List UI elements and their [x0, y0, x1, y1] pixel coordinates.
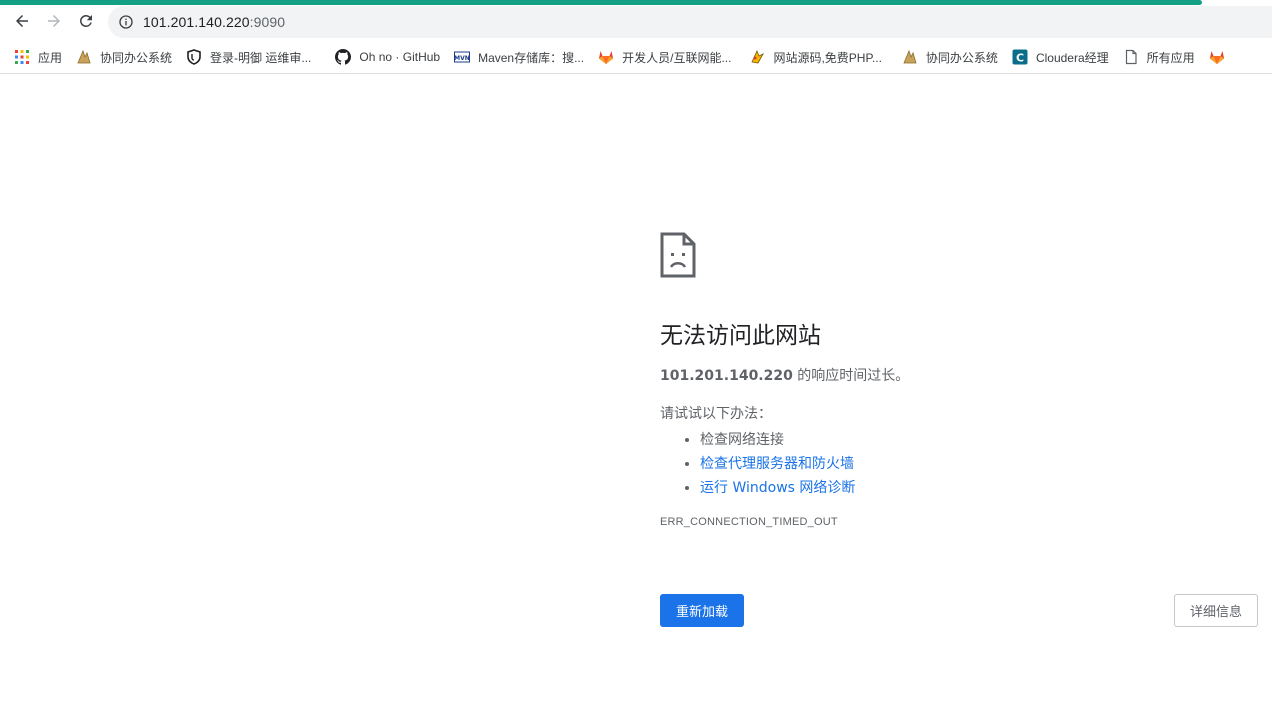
reload-page-button[interactable]	[72, 7, 100, 35]
page-icon	[1123, 49, 1139, 65]
forward-button[interactable]	[40, 7, 68, 35]
browser-toolbar: 101.201.140.220:9090	[0, 5, 1272, 41]
apps-grid-icon	[14, 49, 30, 65]
bookmark-label: 开发人员/互联网能...	[622, 50, 732, 65]
bookmark-site-source[interactable]: 网站源码,免费PHP...	[743, 43, 889, 71]
suggestions-list: 检查网络连接 检查代理服务器和防火墙 运行 Windows 网络诊断	[660, 428, 1260, 500]
bookmark-audit-login[interactable]: 登录-明御 运维审...	[180, 43, 319, 71]
bookmark-label: 协同办公系统	[925, 50, 998, 65]
bookmark-gitlab-dev[interactable]: 开发人员/互联网能...	[592, 43, 739, 71]
error-content: 无法访问此网站 101.201.140.220 的响应时间过长。 请试试以下办法…	[660, 232, 1260, 528]
svg-text:MVN: MVN	[454, 55, 470, 62]
site-logo-icon	[749, 49, 765, 65]
bookmark-label: Oh no · GitHub	[359, 50, 441, 64]
suggestion-check-proxy-link[interactable]: 检查代理服务器和防火墙	[700, 456, 854, 472]
bookmark-oa-system[interactable]: 协同办公系统	[70, 43, 180, 71]
bookmark-cloudera[interactable]: C Cloudera经理	[1006, 43, 1117, 71]
oa-logo-icon	[76, 49, 92, 65]
error-host: 101.201.140.220	[660, 368, 793, 384]
error-description: 101.201.140.220 的响应时间过长。	[660, 366, 1260, 386]
bookmark-all-apps[interactable]: 所有应用	[1117, 43, 1203, 71]
bookmark-oa-system-2[interactable]: 协同办公系统	[896, 43, 1006, 71]
github-icon	[335, 49, 352, 65]
bookmark-label: 所有应用	[1146, 50, 1195, 65]
error-description-text: 的响应时间过长。	[792, 368, 910, 384]
site-info-icon[interactable]	[118, 14, 134, 30]
gitlab-icon	[1209, 49, 1225, 65]
bookmark-label: 协同办公系统	[100, 50, 173, 65]
error-title: 无法访问此网站	[660, 323, 821, 349]
bookmark-maven[interactable]: MVN Maven存储库：搜...	[448, 43, 592, 71]
details-button[interactable]: 详细信息	[1174, 594, 1258, 627]
back-button[interactable]	[8, 7, 36, 35]
bookmark-label: Maven存储库：搜...	[478, 50, 585, 65]
url-port: :9090	[249, 14, 286, 30]
address-bar[interactable]: 101.201.140.220:9090	[108, 6, 1272, 38]
shield-icon	[186, 49, 202, 65]
bookmark-label: 网站源码,免费PHP...	[773, 50, 882, 65]
suggestions-heading: 请试试以下办法：	[660, 406, 772, 422]
bookmark-label: 登录-明御 运维审...	[210, 50, 312, 65]
bookmark-label: Cloudera经理	[1035, 50, 1109, 65]
suggestion-check-network: 检查网络连接	[700, 428, 1260, 452]
suggestion-item-diagnostics: 运行 Windows 网络诊断	[700, 476, 1260, 500]
reload-button[interactable]: 重新加载	[660, 594, 744, 627]
arrow-left-icon	[16, 15, 28, 27]
arrow-right-icon	[48, 15, 60, 27]
error-code: ERR_CONNECTION_TIMED_OUT	[660, 516, 838, 528]
gitlab-icon	[598, 49, 614, 65]
bookmark-github[interactable]: Oh no · GitHub	[329, 43, 448, 71]
bookmarks-bar: 应用 协同办公系统 登录-明御 运维审... Oh no · GitHub MV…	[0, 41, 1272, 74]
bookmark-gitlab-2[interactable]	[1203, 43, 1241, 71]
suggestion-windows-diagnostics-link[interactable]: 运行 Windows 网络诊断	[700, 480, 855, 496]
bookmark-apps[interactable]: 应用	[0, 43, 70, 71]
sad-page-icon	[660, 232, 696, 278]
cloudera-icon: C	[1012, 49, 1028, 65]
suggestion-item-proxy: 检查代理服务器和防火墙	[700, 452, 1260, 476]
oa-logo-icon	[902, 49, 918, 65]
url-host: 101.201.140.220	[143, 14, 250, 30]
url-text: 101.201.140.220:9090	[143, 14, 285, 30]
refresh-icon	[79, 14, 92, 27]
maven-icon: MVN	[454, 49, 471, 65]
svg-text:C: C	[1016, 52, 1024, 65]
bookmark-label: 应用	[38, 50, 63, 65]
